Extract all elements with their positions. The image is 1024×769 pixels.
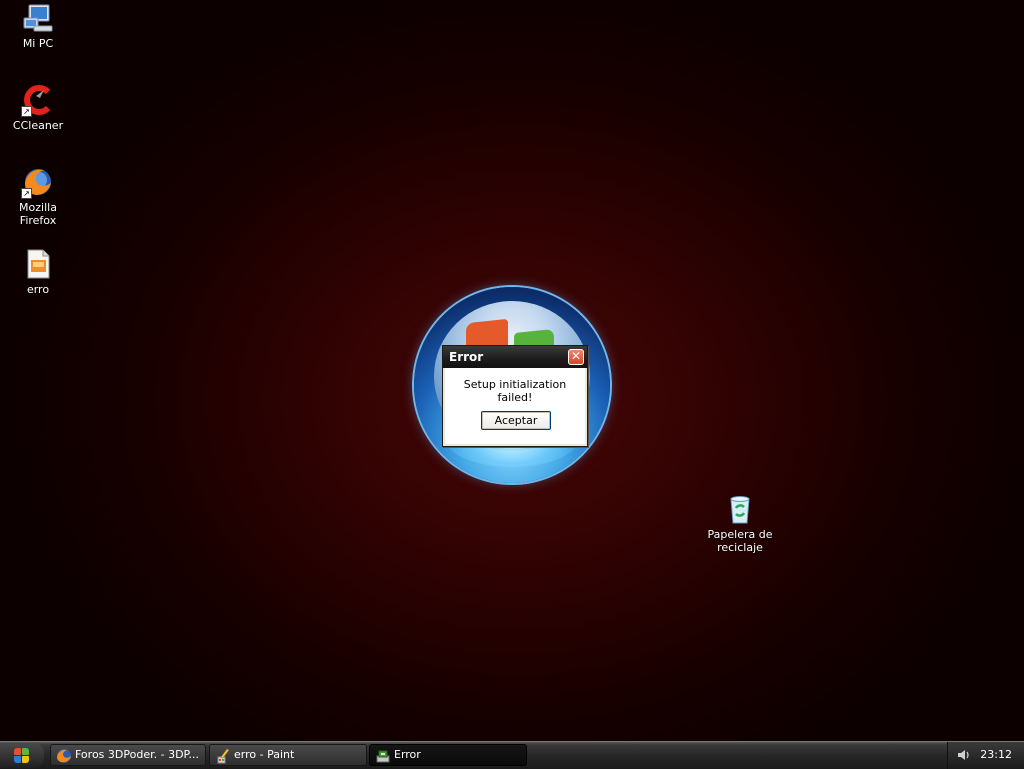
dialog-body: Setup initialization failed! Aceptar [445, 368, 585, 444]
taskbar-item-firefox[interactable]: Foros 3DPoder. - 3DP... [50, 744, 206, 766]
ok-button[interactable]: Aceptar [481, 411, 551, 430]
speaker-icon[interactable] [956, 747, 972, 763]
clock[interactable]: 23:12 [980, 748, 1012, 761]
firefox-icon [56, 748, 72, 764]
desktop-icon-my-computer[interactable]: Mi PC [0, 2, 76, 50]
taskbar-item-label: Foros 3DPoder. - 3DP... [75, 748, 199, 761]
desktop-icon-erro[interactable]: erro [0, 248, 76, 296]
taskbar-item-error[interactable]: Error [369, 744, 527, 766]
desktop-icon-label: CCleaner [12, 119, 64, 132]
dialog-titlebar[interactable]: Error ✕ [443, 346, 587, 368]
ccleaner-icon: ↗ [21, 84, 54, 117]
desktop-icon-label: erro [26, 283, 50, 296]
paint-icon [215, 748, 231, 764]
start-button[interactable] [0, 743, 44, 768]
dialog-message: Setup initialization failed! [463, 378, 567, 404]
shortcut-arrow-icon: ↗ [21, 188, 32, 199]
desktop-icon-ccleaner[interactable]: ↗ CCleaner [0, 84, 76, 132]
desktop-icon-label: Mozilla Firefox [19, 201, 57, 227]
desktop-icon-label: Papelera de reciclaje [707, 528, 773, 554]
firefox-icon: ↗ [21, 166, 54, 199]
image-file-icon [22, 248, 54, 280]
setup-icon [375, 748, 391, 764]
close-icon: ✕ [570, 349, 582, 363]
taskbar-item-label: erro - Paint [234, 748, 295, 761]
computer-icon [22, 2, 54, 34]
desktop-icon-firefox[interactable]: ↗ Mozilla Firefox [0, 166, 76, 227]
close-button[interactable]: ✕ [568, 349, 584, 365]
desktop-icon-label: Mi PC [22, 37, 54, 50]
desktop[interactable]: Mi PC ↗ CCleaner ↗ Mozilla Firefox erro … [0, 0, 1024, 741]
shortcut-arrow-icon: ↗ [21, 106, 32, 117]
recycle-bin-icon [724, 493, 756, 525]
system-tray: 23:12 [947, 742, 1024, 769]
error-dialog: Error ✕ Setup initialization failed! Ace… [442, 345, 588, 447]
desktop-icon-recycle-bin[interactable]: Papelera de reciclaje [702, 493, 778, 554]
taskbar: Foros 3DPoder. - 3DP... erro - Paint Err… [0, 741, 1024, 769]
taskbar-item-label: Error [394, 748, 421, 761]
windows-logo-icon [14, 748, 30, 764]
taskbar-item-paint[interactable]: erro - Paint [209, 744, 367, 766]
dialog-title: Error [449, 350, 484, 364]
